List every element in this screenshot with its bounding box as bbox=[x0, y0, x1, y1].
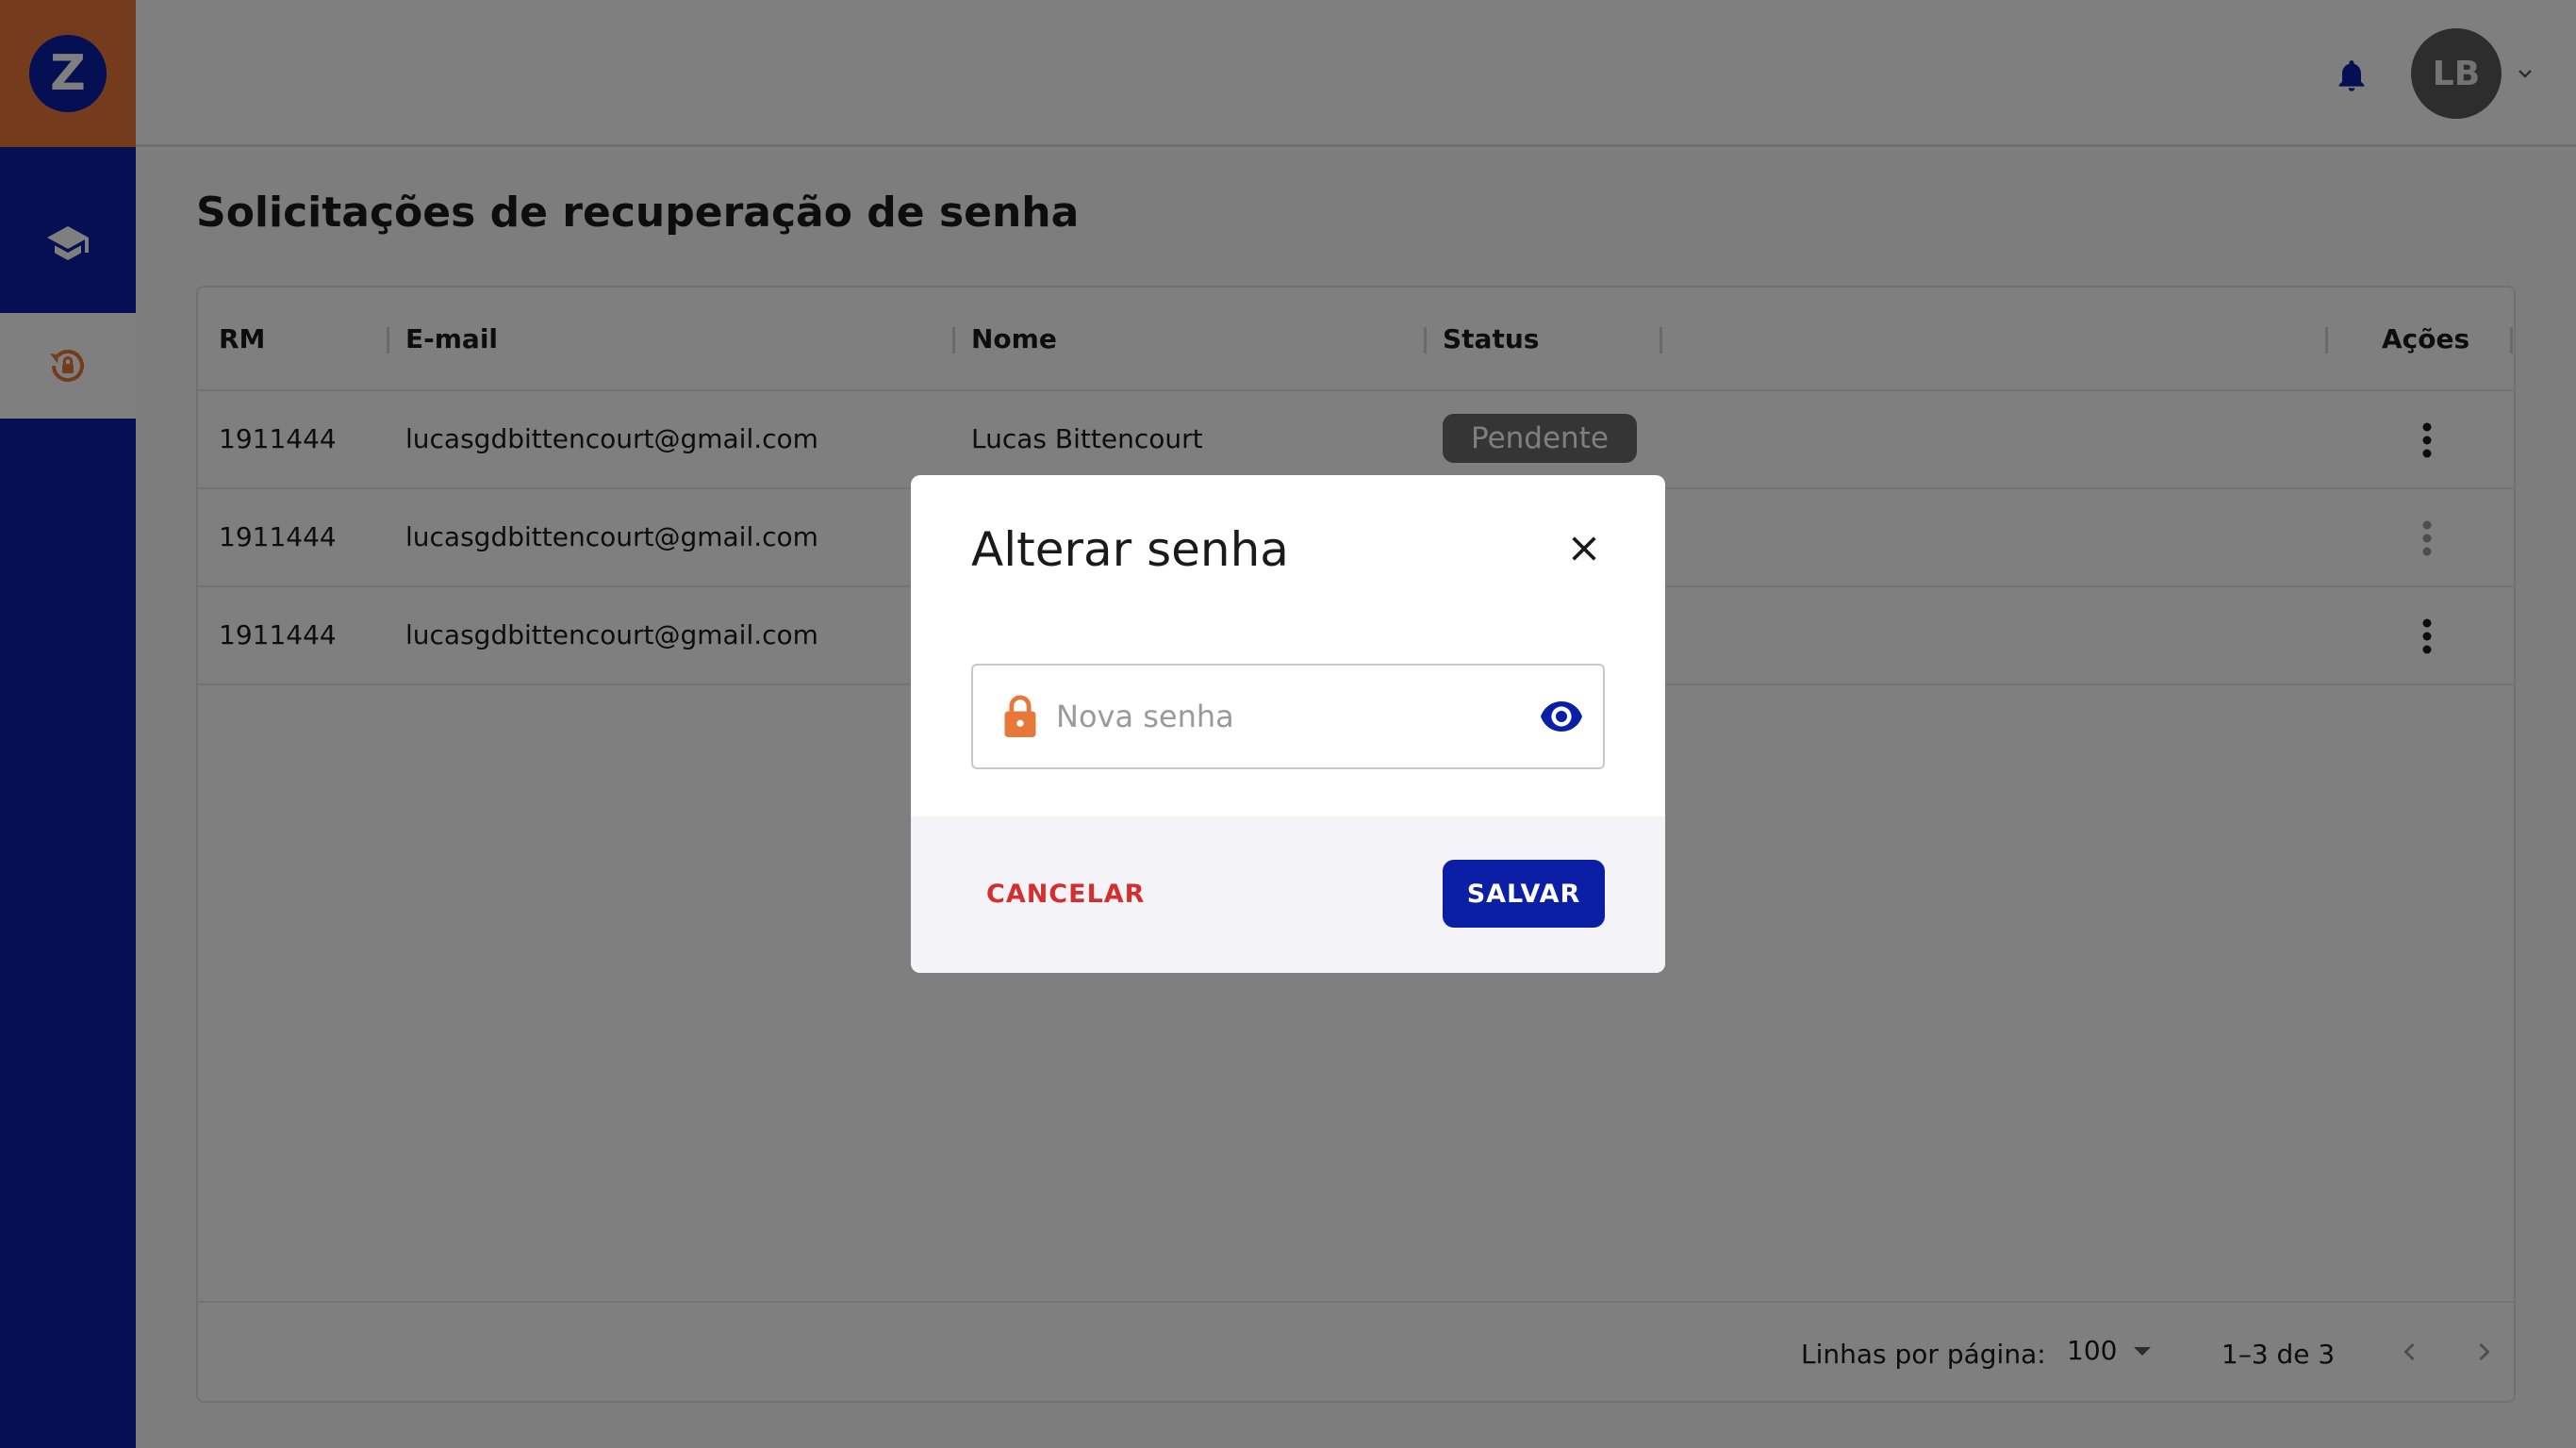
change-password-dialog: Alterar senha CANCELAR SALVAR bbox=[911, 475, 1665, 973]
new-password-input[interactable] bbox=[1056, 666, 1509, 767]
cancel-button[interactable]: CANCELAR bbox=[971, 860, 1160, 928]
eye-icon bbox=[1541, 701, 1582, 732]
lock-icon bbox=[1004, 695, 1036, 737]
toggle-password-visibility-button[interactable] bbox=[1537, 694, 1586, 739]
close-button[interactable] bbox=[1560, 524, 1609, 573]
dialog-title: Alterar senha bbox=[971, 522, 1289, 577]
new-password-field bbox=[971, 664, 1605, 769]
dialog-actions: CANCELAR SALVAR bbox=[911, 816, 1665, 973]
close-icon bbox=[1572, 536, 1596, 561]
save-button[interactable]: SALVAR bbox=[1443, 860, 1605, 928]
